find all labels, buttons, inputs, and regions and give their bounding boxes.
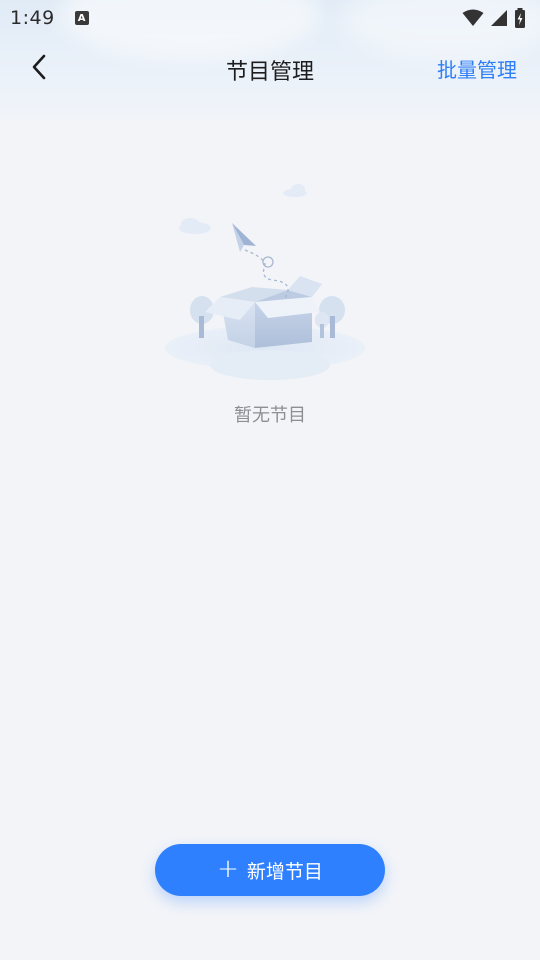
notification-a-icon: A	[74, 11, 89, 25]
nav-bar: 节目管理 批量管理	[0, 40, 540, 98]
plus-icon: +	[217, 854, 239, 884]
signal-icon	[491, 10, 507, 26]
add-program-label: 新增节目	[246, 860, 323, 883]
wifi-icon	[462, 9, 484, 26]
battery-icon	[515, 8, 525, 28]
status-bar: 1:49 A	[0, 0, 540, 36]
add-program-button[interactable]: + 新增节目	[155, 844, 385, 896]
empty-state-message: 暂无节目	[234, 405, 306, 426]
empty-box-icon	[165, 184, 365, 380]
batch-manage-button[interactable]: 批量管理	[437, 54, 517, 83]
status-icons	[462, 8, 526, 28]
status-time: 1:49	[10, 7, 55, 29]
